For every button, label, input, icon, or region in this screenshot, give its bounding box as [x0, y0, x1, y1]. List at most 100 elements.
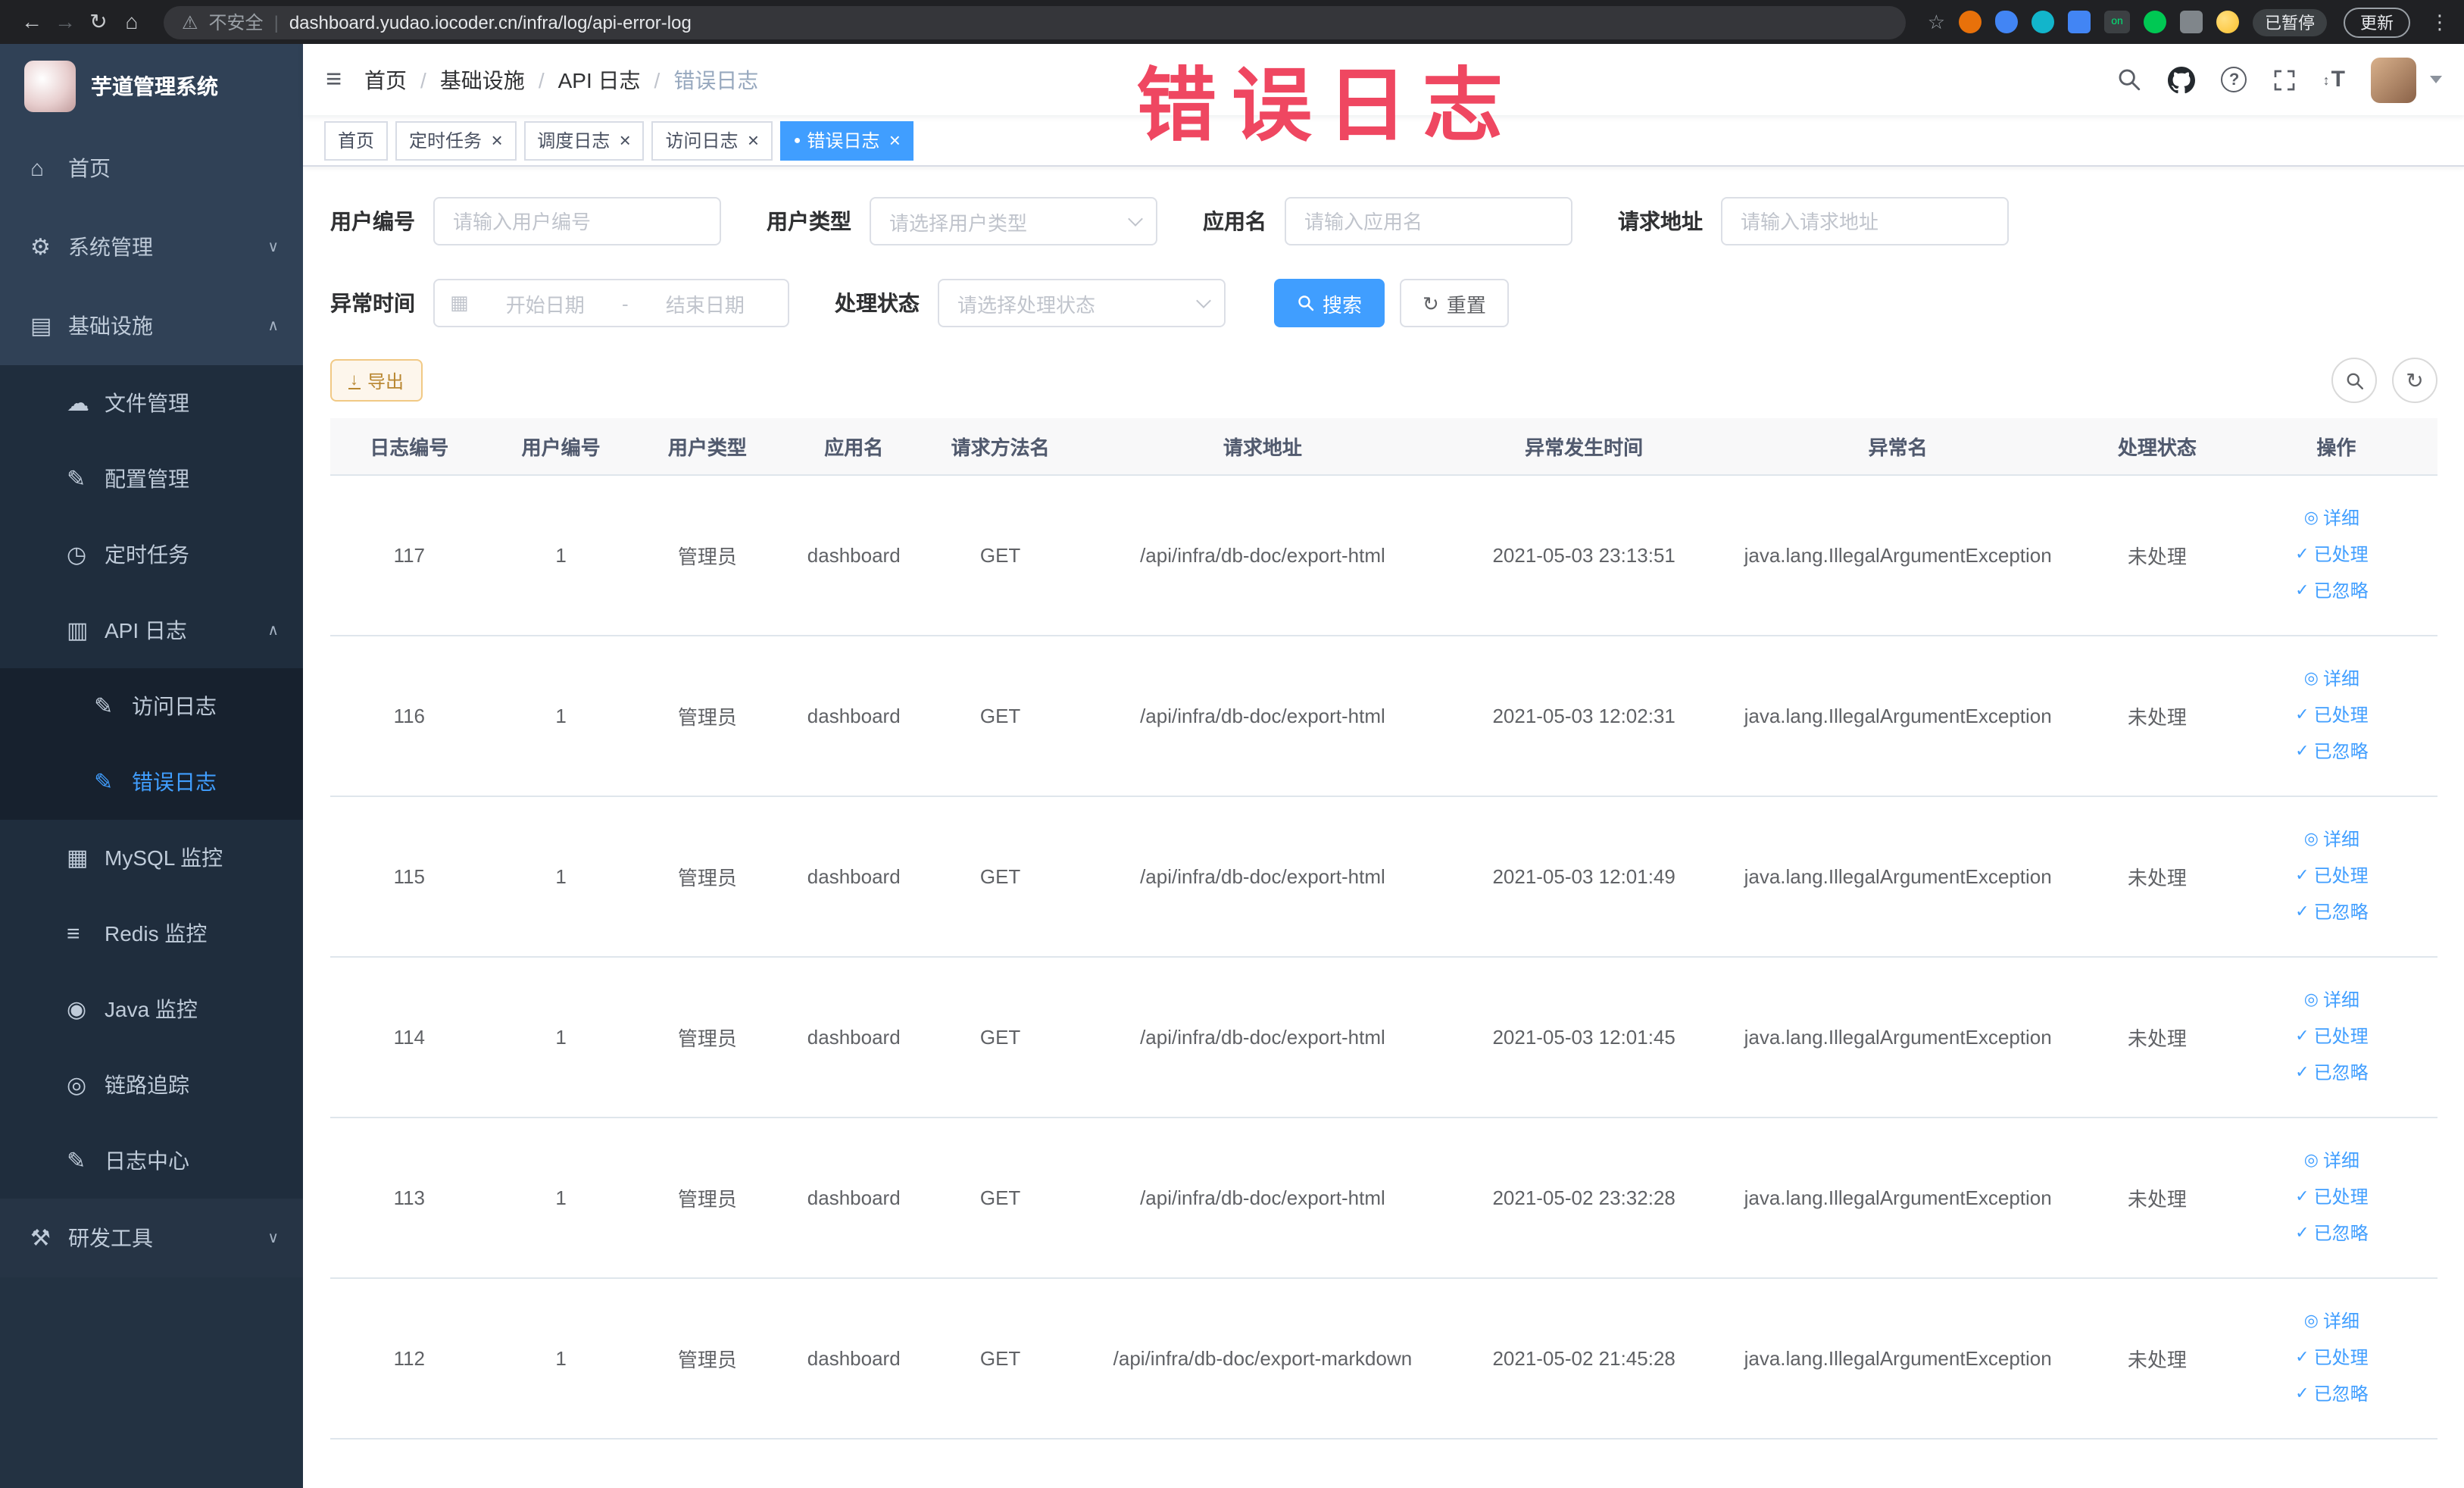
mark-ignored-link[interactable]: ✓ 已忽略	[2241, 1215, 2422, 1252]
mark-processed-link[interactable]: ✓ 已处理	[2241, 697, 2422, 733]
mark-ignored-link[interactable]: ✓ 已忽略	[2241, 733, 2422, 770]
user-type-select[interactable]: 请选择用户类型	[870, 197, 1157, 245]
browser-profile-avatar[interactable]	[2216, 11, 2239, 33]
extension-icon[interactable]	[1959, 11, 1982, 33]
tab[interactable]: 首页	[324, 120, 389, 160]
sidebar-item[interactable]: ✎ 配置管理	[0, 441, 303, 517]
breadcrumb-item[interactable]: 基础设施 /	[440, 64, 558, 95]
sidebar-item[interactable]: ⚒ 研发工具 ∨	[0, 1199, 303, 1277]
detail-link[interactable]: ◎ 详细	[2241, 1303, 2422, 1340]
sidebar-item[interactable]: ☁ 文件管理	[0, 365, 303, 441]
close-icon[interactable]: ×	[619, 129, 630, 152]
mark-ignored-link[interactable]: ✓ 已忽略	[2241, 894, 2422, 930]
mark-processed-link[interactable]: ✓ 已处理	[2241, 536, 2422, 573]
sidebar-item[interactable]: ▦ MySQL 监控	[0, 820, 303, 896]
eye-icon: ◎	[2303, 990, 2319, 1008]
breadcrumb-item[interactable]: API 日志 /	[558, 64, 674, 95]
date-separator: -	[621, 292, 629, 314]
forward-button[interactable]: →	[48, 0, 82, 44]
mark-processed-link[interactable]: ✓ 已处理	[2241, 858, 2422, 894]
extension-icon[interactable]	[2144, 11, 2166, 33]
reload-button[interactable]: ↻	[82, 0, 115, 44]
user-id-input[interactable]	[433, 197, 721, 245]
extension-icon[interactable]	[2180, 11, 2203, 33]
detail-link[interactable]: ◎ 详细	[2241, 821, 2422, 858]
extension-icon[interactable]	[2031, 11, 2054, 33]
sidebar-item-label: 定时任务	[105, 542, 189, 567]
back-button[interactable]: ←	[15, 0, 48, 44]
extension-icon[interactable]	[2068, 11, 2091, 33]
tab[interactable]: 调度日志 ×	[523, 120, 645, 160]
date-end-placeholder: 结束日期	[665, 293, 745, 316]
mark-ignored-link[interactable]: ✓ 已忽略	[2241, 573, 2422, 609]
process-status-select[interactable]: 请选择处理状态	[938, 279, 1226, 327]
extension-on-badge[interactable]: on	[2104, 11, 2130, 33]
user-menu-caret-icon[interactable]	[2430, 76, 2442, 83]
sidebar-item[interactable]: ✎ 日志中心	[0, 1123, 303, 1199]
app-title: 芋道管理系统	[91, 74, 218, 98]
export-button[interactable]: ↓ 导出	[330, 359, 423, 402]
sidebar-item[interactable]: ⚙ 系统管理 ∨	[0, 208, 303, 286]
toggle-search-button[interactable]	[2331, 358, 2377, 403]
sidebar-filler	[0, 1277, 303, 1488]
sidebar-item[interactable]: ⌂ 首页	[0, 129, 303, 208]
mark-processed-link[interactable]: ✓ 已处理	[2241, 1018, 2422, 1055]
close-icon[interactable]: ×	[888, 129, 900, 152]
mark-ignored-link[interactable]: ✓ 已忽略	[2241, 1376, 2422, 1412]
help-icon[interactable]: ?	[2221, 67, 2247, 92]
cell-user-id: 1	[488, 635, 634, 796]
close-icon[interactable]: ×	[748, 129, 759, 152]
tab[interactable]: ● 错误日志 ×	[779, 120, 914, 160]
address-bar[interactable]: ⚠ 不安全 | dashboard.yudao.iocoder.cn/infra…	[164, 5, 1907, 39]
sidebar-item[interactable]: ≡ Redis 监控	[0, 896, 303, 971]
table-row: 114 1 管理员 dashboard GET /api/infra/db-do…	[330, 956, 2437, 1118]
cell-user-type: 管理员	[633, 635, 782, 796]
request-url-input[interactable]	[1721, 197, 2009, 245]
close-icon[interactable]: ×	[491, 129, 502, 152]
sidebar-item[interactable]: ◉ Java 监控	[0, 971, 303, 1047]
sidebar-item[interactable]: ◷ 定时任务	[0, 517, 303, 592]
search-icon[interactable]	[2117, 67, 2143, 92]
browser-menu-icon[interactable]: ⋮	[2430, 10, 2450, 34]
search-button[interactable]: 搜索	[1274, 279, 1385, 327]
home-button[interactable]: ⌂	[115, 0, 148, 44]
page: ← → ↻ ⌂ ⚠ 不安全 | dashboard.yudao.iocoder.…	[0, 0, 2464, 1488]
mark-processed-link[interactable]: ✓ 已处理	[2241, 1340, 2422, 1376]
reset-button[interactable]: ↻ 重置	[1400, 279, 1509, 327]
update-button[interactable]: 更新	[2344, 7, 2410, 37]
filter-app-name: 应用名	[1203, 197, 1572, 245]
tab[interactable]: 访问日志 ×	[651, 120, 773, 160]
sidebar-item-label: 系统管理	[68, 235, 153, 259]
detail-link[interactable]: ◎ 详细	[2241, 1143, 2422, 1179]
detail-link[interactable]: ◎ 详细	[2241, 661, 2422, 697]
check-icon: ✓	[2295, 581, 2309, 599]
collapse-sidebar-icon[interactable]: ≡	[326, 64, 342, 95]
refresh-table-button[interactable]: ↻	[2392, 358, 2437, 403]
github-icon[interactable]	[2168, 66, 2196, 93]
sidebar-item[interactable]: ▥ API 日志 ∧	[0, 592, 303, 668]
table-row: 117 1 管理员 dashboard GET /api/infra/db-do…	[330, 474, 2437, 636]
detail-link[interactable]: ◎ 详细	[2241, 500, 2422, 536]
sidebar-item[interactable]: ▤ 基础设施 ∧	[0, 286, 303, 365]
app-logo[interactable]: 芋道管理系统	[0, 44, 303, 129]
mark-ignored-link[interactable]: ✓ 已忽略	[2241, 1055, 2422, 1091]
app-name-input[interactable]	[1285, 197, 1572, 245]
check-icon: ✓	[2295, 1384, 2309, 1402]
bookmark-star-icon[interactable]: ☆	[1928, 10, 1945, 34]
breadcrumb-item[interactable]: 首页 /	[364, 64, 440, 95]
breadcrumb-item[interactable]: 错误日志 /	[673, 64, 758, 95]
sidebar-item[interactable]: ✎ 访问日志	[0, 668, 303, 744]
sidebar-item[interactable]: ✎ 错误日志	[0, 744, 303, 820]
fullscreen-icon[interactable]	[2273, 67, 2297, 92]
mark-processed-link[interactable]: ✓ 已处理	[2241, 1179, 2422, 1215]
sidebar-item[interactable]: ◎ 链路追踪	[0, 1047, 303, 1123]
extension-icon[interactable]	[1995, 11, 2018, 33]
tab[interactable]: 定时任务 ×	[395, 120, 517, 160]
cell-log-id: 115	[330, 796, 489, 957]
user-avatar[interactable]	[2371, 57, 2416, 102]
tab-label: 首页	[338, 130, 375, 152]
paused-badge[interactable]: 已暂停	[2253, 8, 2327, 36]
detail-link[interactable]: ◎ 详细	[2241, 982, 2422, 1018]
date-range-picker[interactable]: ▦ 开始日期 - 结束日期	[433, 279, 789, 327]
font-size-icon[interactable]: ↕ T	[2323, 67, 2345, 92]
